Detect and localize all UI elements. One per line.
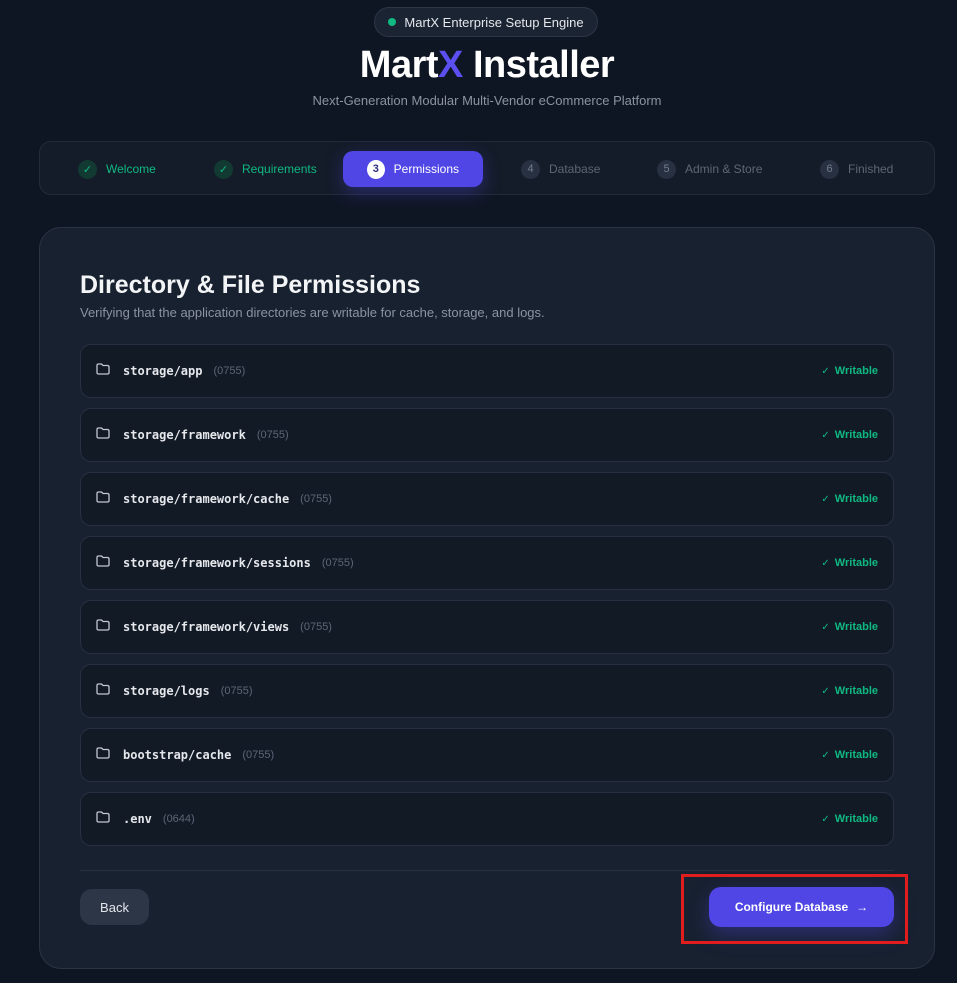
arrow-right-icon: → — [856, 900, 869, 914]
step-permissions[interactable]: 3 Permissions — [343, 151, 483, 187]
status-label: Writable — [834, 685, 878, 697]
folder-icon — [96, 747, 110, 759]
step-admin-store[interactable]: 5 Admin & Store — [657, 151, 762, 187]
status-label: Writable — [834, 621, 878, 633]
step-label: Database — [549, 162, 601, 176]
back-button-label: Back — [100, 899, 129, 915]
permission-mode: (0755) — [321, 557, 354, 569]
title-x: X — [438, 44, 463, 86]
check-icon: ✓ — [821, 749, 830, 761]
status-badge: ✓ Writable — [821, 557, 878, 569]
permission-mode: (0755) — [213, 365, 246, 377]
permission-path: storage/framework — [123, 428, 246, 442]
check-icon: ✓ — [821, 685, 830, 697]
status-dot-icon — [388, 18, 397, 26]
permission-mode: (0755) — [300, 493, 332, 505]
step-number: 3 — [367, 159, 385, 179]
permission-mode: (0644) — [162, 813, 195, 825]
engine-badge: MartX Enterprise Setup Engine — [374, 7, 598, 37]
check-icon: ✓ — [821, 429, 830, 441]
folder-icon — [96, 683, 110, 695]
permission-row: storage/framework/views (0755) ✓ Writable — [80, 600, 894, 654]
permission-mode: (0755) — [242, 749, 275, 761]
step-label: Admin & Store — [685, 162, 763, 176]
permission-path: .env — [123, 812, 152, 826]
status-label: Writable — [834, 749, 878, 761]
permission-path: storage/framework/sessions — [123, 556, 311, 570]
folder-icon — [96, 427, 110, 439]
status-label: Writable — [834, 493, 878, 505]
card-subtitle: Verifying that the application directori… — [80, 305, 545, 320]
step-label: Welcome — [106, 162, 156, 176]
step-label: Finished — [848, 162, 894, 176]
status-badge: ✓ Writable — [821, 429, 878, 441]
status-badge: ✓ Writable — [821, 365, 878, 377]
step-label: Permissions — [393, 162, 459, 176]
check-icon: ✓ — [821, 621, 830, 633]
check-icon: ✓ — [821, 365, 830, 377]
permission-row: .env (0644) ✓ Writable — [80, 792, 894, 846]
status-badge: ✓ Writable — [821, 493, 878, 505]
title-rest: Installer — [462, 44, 615, 86]
status-badge: ✓ Writable — [821, 621, 878, 633]
permission-row: storage/framework/cache (0755) ✓ Writable — [80, 472, 894, 526]
permission-path: bootstrap/cache — [123, 748, 232, 762]
permission-row: storage/framework (0755) ✓ Writable — [80, 408, 894, 462]
configure-database-label: Configure Database — [734, 900, 849, 914]
permission-row: storage/framework/sessions (0755) ✓ Writa… — [80, 536, 894, 590]
back-button[interactable]: Back — [80, 889, 149, 925]
permission-mode: (0755) — [300, 621, 332, 633]
card-title: Directory & File Permissions — [80, 271, 421, 299]
permission-mode: (0755) — [220, 685, 253, 697]
permission-path: storage/framework/cache — [123, 492, 290, 506]
step-number: 4 — [521, 159, 540, 179]
folder-icon — [96, 619, 110, 631]
status-badge: ✓ Writable — [821, 813, 878, 825]
status-label: Writable — [834, 429, 878, 441]
check-icon: ✓ — [214, 159, 233, 179]
folder-icon — [96, 491, 110, 503]
status-label: Writable — [834, 557, 878, 569]
status-badge: ✓ Writable — [821, 685, 878, 697]
page-subtitle: Next-Generation Modular Multi-Vendor eCo… — [312, 93, 662, 108]
page-title: MartX Installer — [0, 44, 957, 87]
permissions-card: Directory & File Permissions Verifying t… — [39, 227, 935, 969]
folder-icon — [96, 811, 110, 823]
step-database[interactable]: 4 Database — [521, 151, 600, 187]
step-welcome[interactable]: ✓ Welcome — [78, 151, 156, 187]
check-icon: ✓ — [78, 159, 97, 179]
permission-path: storage/app — [123, 364, 203, 378]
permission-row: storage/app (0755) ✓ Writable — [80, 344, 894, 398]
title-main: Mart — [359, 44, 439, 86]
step-finished[interactable]: 6 Finished — [820, 151, 893, 187]
permission-row: storage/logs (0755) ✓ Writable — [80, 664, 894, 718]
step-label: Requirements — [242, 162, 317, 176]
folder-icon — [96, 555, 110, 567]
install-stepper: ✓ Welcome ✓ Requirements 3 Permissions 4… — [39, 141, 935, 195]
engine-badge-label: MartX Enterprise Setup Engine — [404, 14, 584, 30]
permission-mode: (0755) — [256, 429, 289, 441]
step-number: 6 — [820, 159, 839, 179]
check-icon: ✓ — [821, 813, 830, 825]
status-label: Writable — [834, 365, 878, 377]
permission-path: storage/logs — [123, 684, 210, 698]
configure-database-button[interactable]: Configure Database → — [709, 887, 894, 927]
step-number: 5 — [657, 159, 676, 179]
step-requirements[interactable]: ✓ Requirements — [214, 151, 317, 187]
status-badge: ✓ Writable — [821, 749, 878, 761]
permission-row: bootstrap/cache (0755) ✓ Writable — [80, 728, 894, 782]
check-icon: ✓ — [821, 493, 830, 505]
folder-icon — [96, 363, 110, 375]
footer-divider — [80, 870, 894, 871]
permissions-list: storage/app (0755) ✓ Writable storage/fra… — [80, 344, 894, 856]
status-label: Writable — [834, 813, 878, 825]
check-icon: ✓ — [821, 557, 830, 569]
permission-path: storage/framework/views — [123, 620, 290, 634]
